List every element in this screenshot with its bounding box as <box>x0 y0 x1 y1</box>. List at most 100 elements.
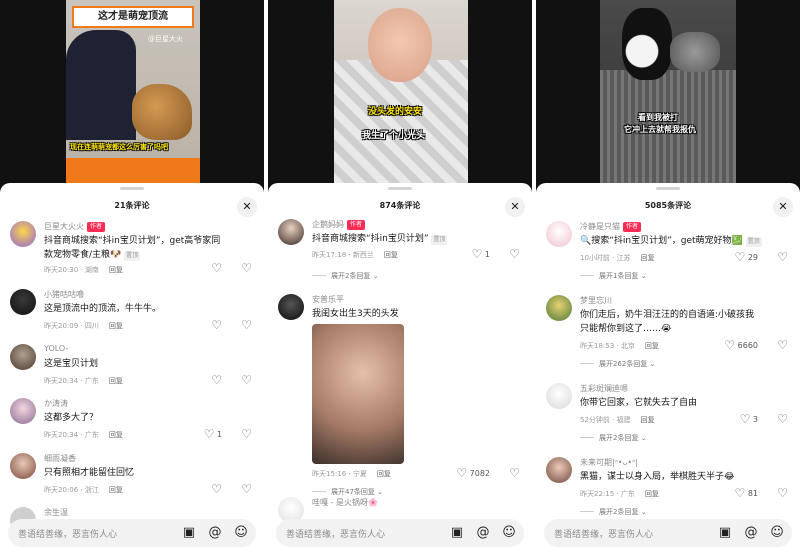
comment-input-bar[interactable]: 善语结善缘，恶言伤人心 ▣ @ ☺ <box>544 519 792 547</box>
dislike-icon[interactable]: ♡ <box>509 247 520 261</box>
at-icon[interactable]: @ <box>206 524 224 542</box>
dislike-icon[interactable]: ♡ <box>241 261 252 275</box>
comment-username[interactable]: 巨星大火火 <box>44 222 84 231</box>
like-button[interactable]: ♡ 81 <box>735 486 759 500</box>
reply-button[interactable]: 回复 <box>641 254 655 262</box>
comment-input-placeholder[interactable]: 善语结善缘，恶言伤人心 <box>554 527 653 540</box>
expand-replies[interactable]: 展开2条回复 ⌄ <box>580 433 647 443</box>
reply-button[interactable]: 回复 <box>645 342 659 350</box>
reply-button[interactable]: 回复 <box>645 490 659 498</box>
video-thumbnail[interactable]: 这才是萌宠顶流 @巨星大火 现在连萌萌宠都这么厉害了吗吧 <box>66 0 200 184</box>
comment-input-placeholder[interactable]: 善语结善缘，恶言伤人心 <box>286 527 385 540</box>
dislike-icon[interactable]: ♡ <box>509 466 520 480</box>
like-button[interactable]: ♡ <box>211 318 222 332</box>
close-icon[interactable]: ✕ <box>237 197 257 217</box>
like-button[interactable]: ♡ 29 <box>735 250 759 264</box>
comment-meta: 52分钟前 · 福建 回复 <box>580 416 655 424</box>
drag-handle[interactable] <box>388 187 412 190</box>
dislike-icon[interactable]: ♡ <box>777 250 788 264</box>
reply-button[interactable]: 回复 <box>109 377 123 385</box>
comment-username[interactable]: 细雨凝香 <box>44 453 76 464</box>
avatar[interactable] <box>278 294 304 320</box>
avatar[interactable] <box>546 457 572 483</box>
at-icon[interactable]: @ <box>742 524 760 542</box>
dislike-icon[interactable]: ♡ <box>241 318 252 332</box>
comment-username[interactable]: 冷静是只猫 <box>580 222 620 231</box>
comment-username[interactable]: 企鹅妈妈 <box>312 220 344 229</box>
video-thumbnail[interactable]: 看到我被打 它冲上去就帮我报仇 <box>600 0 736 184</box>
like-button[interactable]: ♡ 7082 <box>456 466 490 480</box>
expand-replies[interactable]: 展开47条回复 ⌄ <box>312 487 383 497</box>
at-icon[interactable]: @ <box>474 524 492 542</box>
close-icon[interactable]: ✕ <box>505 197 525 217</box>
dislike-icon[interactable]: ♡ <box>777 486 788 500</box>
expand-replies[interactable]: 展开2条回复 ⌄ <box>580 507 647 517</box>
image-icon[interactable]: ▣ <box>716 524 734 542</box>
expand-replies[interactable]: 展开262条回复 ⌄ <box>580 359 655 369</box>
emoji-icon[interactable]: ☺ <box>768 524 786 542</box>
like-button[interactable]: ♡ <box>211 482 222 496</box>
expand-replies[interactable]: 展开2条回复 ⌄ <box>312 271 379 281</box>
comment-username[interactable]: 五彩斑斓迪嗯 <box>580 383 628 394</box>
expand-replies[interactable]: 展开1条回复 ⌄ <box>580 271 647 281</box>
emoji-icon[interactable]: ☺ <box>500 524 518 542</box>
comment-username[interactable]: 余生温 <box>44 507 68 518</box>
comment-meta: 昨天20:09 · 四川 回复 <box>44 322 123 330</box>
like-button[interactable]: ♡ 6660 <box>724 338 758 352</box>
avatar[interactable] <box>278 219 304 245</box>
like-button[interactable]: ♡ 1 <box>204 427 222 441</box>
video-watermark: @巨星大火 <box>148 35 183 43</box>
dislike-icon[interactable]: ♡ <box>241 427 252 441</box>
avatar[interactable] <box>546 383 572 409</box>
expand-line <box>580 275 594 276</box>
comment-username[interactable]: 小猪咕咕噜 <box>44 289 84 300</box>
comment-username[interactable]: 安普乐平 <box>312 294 344 305</box>
comment-username[interactable]: YOLO- <box>44 344 68 353</box>
dislike-icon[interactable]: ♡ <box>777 412 788 426</box>
avatar[interactable] <box>10 289 36 315</box>
avatar[interactable] <box>10 221 36 247</box>
comment-username[interactable]: か涛涛 <box>44 398 68 409</box>
dislike-icon[interactable]: ♡ <box>777 338 788 352</box>
like-button[interactable]: ♡ 3 <box>740 412 758 426</box>
comment-input-bar[interactable]: 善语结善缘，恶言伤人心 ▣ @ ☺ <box>8 519 256 547</box>
comment-text: 黑猫，谋士以身入局，举棋胜天半子😂 <box>580 472 735 482</box>
comment-username[interactable]: 哇嘎 - 是火锅呀🌸 <box>312 497 378 508</box>
avatar[interactable] <box>10 344 36 370</box>
reply-button[interactable]: 回复 <box>377 470 391 478</box>
close-icon[interactable]: ✕ <box>773 197 793 217</box>
expand-line <box>312 275 326 276</box>
reply-button[interactable]: 回复 <box>384 251 398 259</box>
reply-button[interactable]: 回复 <box>109 266 123 274</box>
reply-button[interactable]: 回复 <box>109 486 123 494</box>
comment-location: 宁夏 <box>352 470 367 478</box>
emoji-icon[interactable]: ☺ <box>232 524 250 542</box>
avatar[interactable] <box>546 221 572 247</box>
like-button[interactable]: ♡ <box>211 373 222 387</box>
image-icon[interactable]: ▣ <box>448 524 466 542</box>
author-badge: 作者 <box>347 220 366 230</box>
comment-input-placeholder[interactable]: 善语结善缘，恶言伤人心 <box>18 527 117 540</box>
dislike-icon[interactable]: ♡ <box>241 482 252 496</box>
drag-handle[interactable] <box>120 187 144 190</box>
dislike-icon[interactable]: ♡ <box>241 373 252 387</box>
comment-username[interactable]: 未来可期|ᐢ•ᴗ•ᐢ| <box>580 457 638 468</box>
video-caption: 现在连萌萌宠都这么厉害了吗吧 <box>70 143 168 151</box>
avatar[interactable] <box>10 453 36 479</box>
avatar[interactable] <box>10 398 36 424</box>
comment-photo[interactable] <box>312 324 404 464</box>
avatar[interactable] <box>546 295 572 321</box>
expand-label: 展开2条回复 <box>599 508 639 516</box>
video-banner: 这才是萌宠顶流 <box>72 6 194 28</box>
comment-username[interactable]: 梦里忘川 <box>580 295 612 306</box>
reply-button[interactable]: 回复 <box>109 322 123 330</box>
comment-sheet: 21条评论 ✕ 巨星大火火 作者 抖音商城搜索“抖in宝贝计划”，get高爷家同款… <box>0 183 264 557</box>
reply-button[interactable]: 回复 <box>641 416 655 424</box>
video-thumbnail[interactable]: 没头发的安安 我生了个小光头 <box>334 0 468 184</box>
like-button[interactable]: ♡ 1 <box>472 247 490 261</box>
image-icon[interactable]: ▣ <box>180 524 198 542</box>
reply-button[interactable]: 回复 <box>109 431 123 439</box>
drag-handle[interactable] <box>656 187 680 190</box>
like-button[interactable]: ♡ <box>211 261 222 275</box>
comment-input-bar[interactable]: 善语结善缘，恶言伤人心 ▣ @ ☺ <box>276 519 524 547</box>
